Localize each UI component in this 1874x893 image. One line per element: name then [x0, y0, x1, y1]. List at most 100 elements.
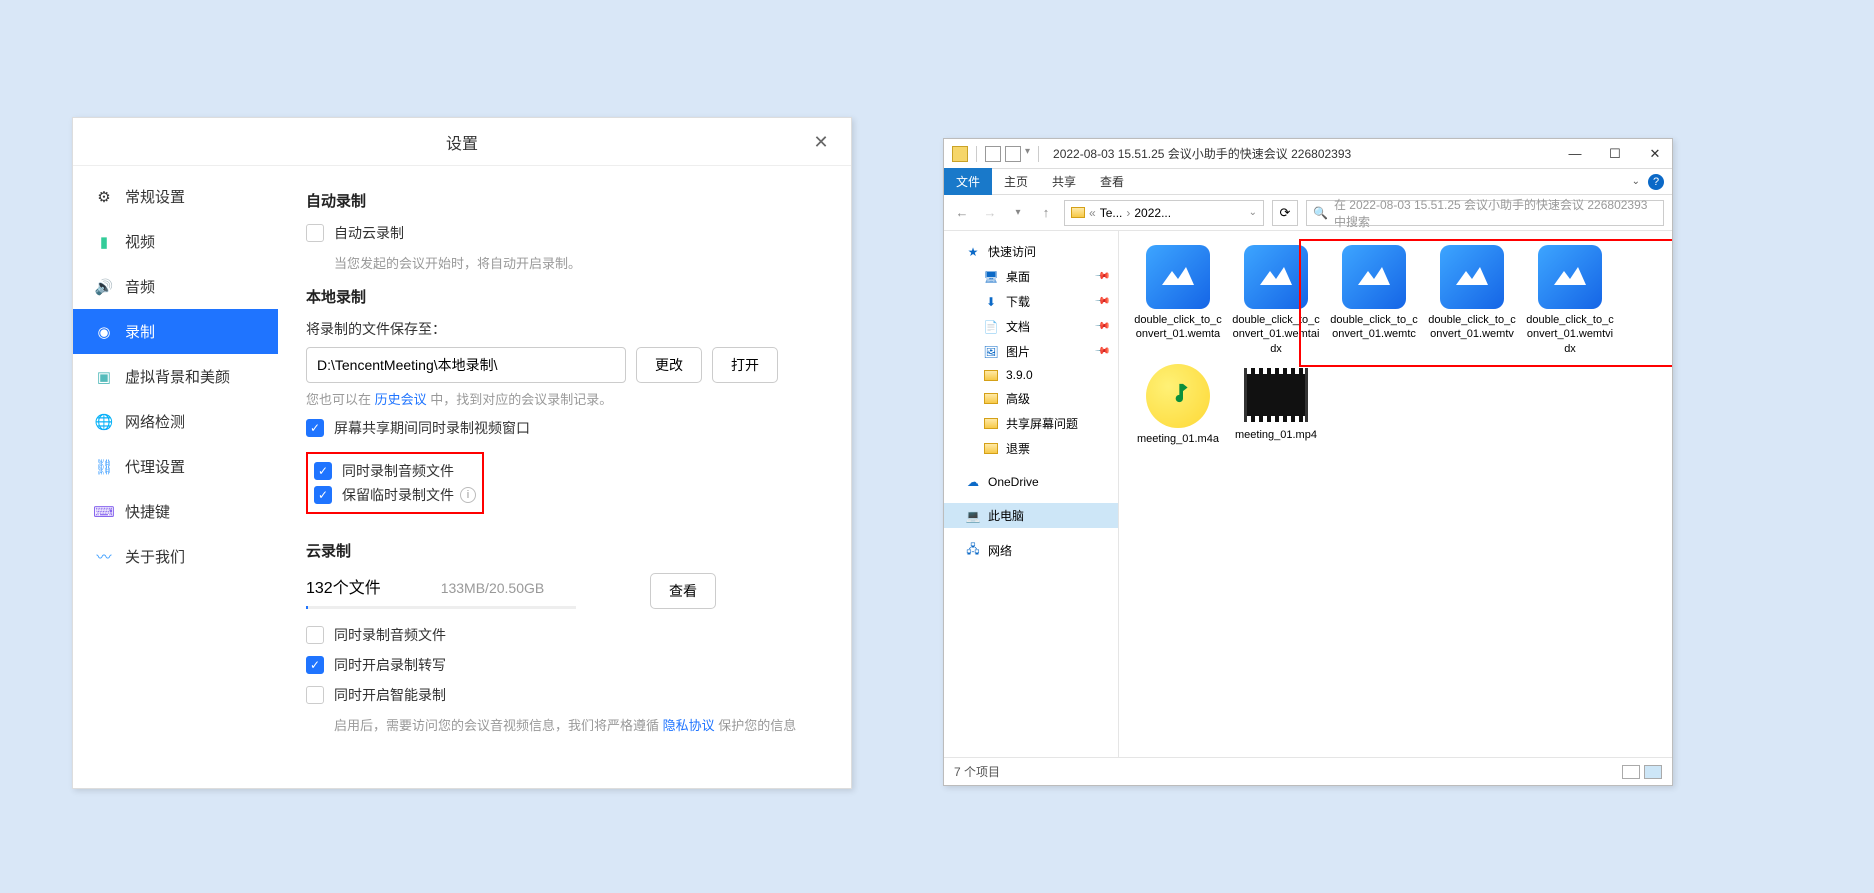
file-item[interactable]: double_click_to_convert_01.wemtvidx: [1521, 241, 1619, 360]
tencent-meeting-icon: [1244, 245, 1308, 309]
nav-audio[interactable]: 🔊音频: [73, 264, 278, 309]
ribbon-tab-home[interactable]: 主页: [992, 168, 1040, 195]
breadcrumb-1[interactable]: Te...: [1100, 206, 1123, 220]
file-item[interactable]: meeting_01.m4a: [1129, 360, 1227, 450]
qat-icon[interactable]: [1005, 146, 1021, 162]
search-icon: 🔍: [1313, 206, 1328, 220]
file-item[interactable]: double_click_to_convert_01.wemtv: [1423, 241, 1521, 360]
nav-video[interactable]: ▮视频: [73, 219, 278, 264]
explorer-body: ★快速访问 🖥桌面📌 ⬇下载📌 📄文档📌 🖼图片📌 3.9.0 高级 共享屏幕问…: [944, 231, 1672, 757]
privacy-link[interactable]: 隐私协议: [663, 718, 715, 733]
file-item[interactable]: double_click_to_convert_01.wemtc: [1325, 241, 1423, 360]
chevron-down-icon[interactable]: ⌄: [1632, 176, 1640, 187]
nav-network[interactable]: 🌐网络检测: [73, 399, 278, 444]
back-icon[interactable]: ←: [952, 205, 972, 220]
cloud-info: 132个文件 133MB/20.50GB: [306, 574, 576, 609]
file-item[interactable]: double_click_to_convert_01.wemtaidx: [1227, 241, 1325, 360]
file-name: meeting_01.m4a: [1137, 432, 1219, 446]
file-item[interactable]: double_click_to_convert_01.wemta: [1129, 241, 1227, 360]
nav-onedrive[interactable]: ☁OneDrive: [944, 471, 1118, 493]
nav-background[interactable]: ▣虚拟背景和美颜: [73, 354, 278, 399]
cloud-transcribe-checkbox[interactable]: ✓: [306, 656, 324, 674]
nav-documents[interactable]: 📄文档📌: [944, 314, 1118, 339]
minimize-icon[interactable]: —: [1566, 146, 1584, 162]
cloud-progress: [306, 606, 576, 609]
maximize-icon[interactable]: ☐: [1606, 146, 1624, 162]
pin-icon: 📌: [1093, 268, 1110, 285]
auto-cloud-checkbox[interactable]: [306, 224, 324, 242]
address-box[interactable]: « Te... › 2022... ⌄: [1064, 200, 1264, 226]
nav-label: 关于我们: [125, 546, 185, 567]
up-icon[interactable]: ↑: [1036, 205, 1056, 220]
nav-pictures[interactable]: 🖼图片📌: [944, 339, 1118, 364]
cloud-smart-checkbox[interactable]: [306, 686, 324, 704]
local-record-title: 本地录制: [306, 286, 823, 307]
forward-icon[interactable]: →: [980, 205, 1000, 220]
nav-downloads[interactable]: ⬇下载📌: [944, 289, 1118, 314]
info-icon[interactable]: i: [460, 487, 476, 503]
keep-temp-checkbox[interactable]: ✓: [314, 486, 332, 504]
cloud-audio-checkbox[interactable]: [306, 626, 324, 644]
view-icons: [1622, 765, 1662, 779]
file-name: double_click_to_convert_01.wemtv: [1427, 313, 1517, 342]
nav-network[interactable]: 🖧网络: [944, 538, 1118, 563]
help-icon[interactable]: ?: [1648, 174, 1664, 190]
change-button[interactable]: 更改: [636, 347, 702, 383]
nav-folder-390[interactable]: 3.9.0: [944, 364, 1118, 386]
tencent-meeting-icon: [1342, 245, 1406, 309]
speaker-icon: 🔊: [95, 278, 113, 296]
nav-quick-access[interactable]: ★快速访问: [944, 239, 1118, 264]
qqmusic-icon: [1146, 364, 1210, 428]
view-details-icon[interactable]: [1622, 765, 1640, 779]
local-audio-checkbox[interactable]: ✓: [314, 462, 332, 480]
history-dropdown-icon[interactable]: ▾: [1008, 207, 1028, 218]
nav-proxy[interactable]: ⛓代理设置: [73, 444, 278, 489]
nav-about[interactable]: 〰关于我们: [73, 534, 278, 579]
cloud-view-button[interactable]: 查看: [650, 573, 716, 609]
settings-title: 设置: [446, 130, 478, 154]
cloud-row: 132个文件 133MB/20.50GB 查看: [306, 573, 716, 609]
ribbon-tab-share[interactable]: 共享: [1040, 168, 1088, 195]
screen-share-row: ✓ 屏幕共享期间同时录制视频窗口: [306, 418, 823, 438]
refresh-icon[interactable]: ⟳: [1272, 200, 1298, 226]
path-input[interactable]: [306, 347, 626, 383]
qat-icon[interactable]: [985, 146, 1001, 162]
nav-this-pc[interactable]: 💻此电脑: [944, 503, 1118, 528]
settings-body: ⚙常规设置 ▮视频 🔊音频 ◉录制 ▣虚拟背景和美颜 🌐网络检测 ⛓代理设置 ⌨…: [73, 166, 851, 788]
nav-general[interactable]: ⚙常规设置: [73, 174, 278, 219]
history-link[interactable]: 历史会议: [375, 392, 427, 407]
nav-label: 常规设置: [125, 186, 185, 207]
folder-icon: [984, 370, 998, 381]
pin-icon: 📌: [1093, 318, 1110, 335]
explorer-files: double_click_to_convert_01.wemta double_c…: [1119, 231, 1672, 757]
nav-desktop[interactable]: 🖥桌面📌: [944, 264, 1118, 289]
nav-folder-share[interactable]: 共享屏幕问题: [944, 411, 1118, 436]
search-placeholder: 在 2022-08-03 15.51.25 会议小助手的快速会议 2268023…: [1334, 196, 1657, 230]
view-icons-icon[interactable]: [1644, 765, 1662, 779]
save-to-label: 将录制的文件保存至：: [306, 319, 823, 339]
file-item[interactable]: meeting_01.mp4: [1227, 360, 1325, 450]
nav-label: 录制: [125, 321, 155, 342]
portrait-icon: ▣: [95, 368, 113, 386]
ribbon-tab-view[interactable]: 查看: [1088, 168, 1136, 195]
auto-cloud-label: 自动云录制: [334, 223, 404, 243]
video-icon: [1244, 368, 1308, 422]
explorer-titlebar: ▾ 2022-08-03 15.51.25 会议小助手的快速会议 2268023…: [944, 139, 1672, 169]
qat-dropdown-icon[interactable]: ▾: [1025, 146, 1030, 162]
chevron-down-icon[interactable]: ⌄: [1249, 207, 1257, 218]
ribbon-tab-file[interactable]: 文件: [944, 168, 992, 195]
folder-icon[interactable]: [952, 146, 968, 162]
screen-share-checkbox[interactable]: ✓: [306, 419, 324, 437]
close-icon[interactable]: ✕: [809, 130, 833, 154]
nav-folder-refund[interactable]: 退票: [944, 436, 1118, 461]
open-button[interactable]: 打开: [712, 347, 778, 383]
file-name: double_click_to_convert_01.wemta: [1133, 313, 1223, 342]
nav-record[interactable]: ◉录制: [73, 309, 278, 354]
search-box[interactable]: 🔍 在 2022-08-03 15.51.25 会议小助手的快速会议 22680…: [1306, 200, 1664, 226]
nav-folder-advanced[interactable]: 高级: [944, 386, 1118, 411]
file-name: double_click_to_convert_01.wemtaidx: [1231, 313, 1321, 356]
nav-hotkey[interactable]: ⌨快捷键: [73, 489, 278, 534]
cloud-record-title: 云录制: [306, 540, 823, 561]
close-icon[interactable]: ✕: [1646, 146, 1664, 162]
breadcrumb-2[interactable]: 2022...: [1134, 206, 1171, 220]
